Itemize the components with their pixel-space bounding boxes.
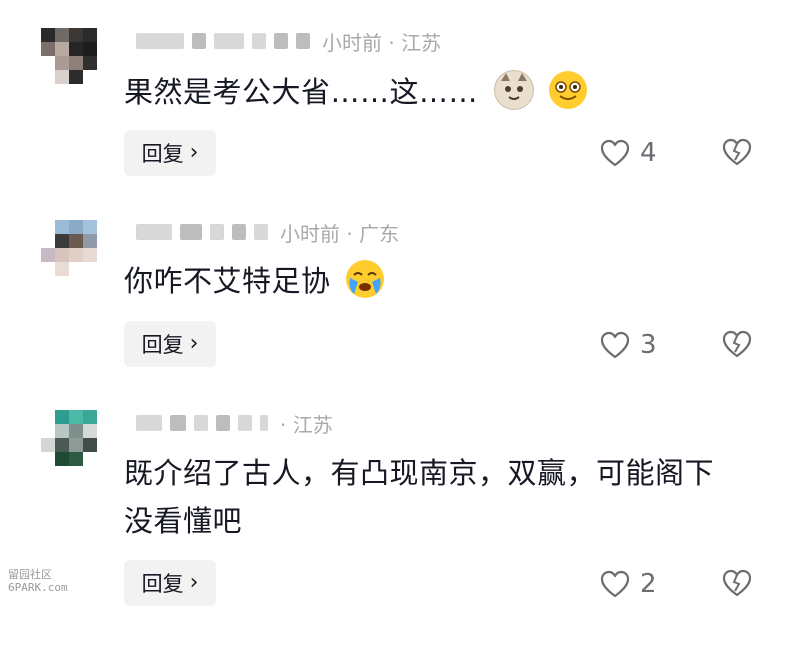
timestamp-location: 小时前 · 广东 xyxy=(280,221,400,246)
dislike-button[interactable] xyxy=(722,138,752,170)
chevron-right-icon: › xyxy=(189,570,199,595)
heart-outline-icon xyxy=(600,570,630,598)
blurred-username[interactable] xyxy=(136,33,184,49)
dislike-button[interactable] xyxy=(722,330,752,362)
timestamp-location: · 江苏 xyxy=(280,412,333,437)
crying-face-icon xyxy=(346,260,385,298)
reply-button[interactable]: 回复 › xyxy=(124,130,216,176)
like-button[interactable]: 4 xyxy=(600,138,657,168)
like-count: 4 xyxy=(640,138,657,168)
grinning-face-icon xyxy=(549,71,588,109)
chevron-right-icon: › xyxy=(189,140,199,165)
broken-heart-icon xyxy=(722,569,752,597)
dislike-button[interactable] xyxy=(722,569,752,601)
like-button[interactable]: 3 xyxy=(600,330,657,360)
comment-text: 既介绍了古人，有凸现南京，双赢，可能阁下 没看懂吧 xyxy=(124,456,715,538)
heart-outline-icon xyxy=(600,139,630,167)
avatar[interactable] xyxy=(41,220,111,276)
reply-button[interactable]: 回复 › xyxy=(124,560,216,606)
timestamp-location: 小时前 · 江苏 xyxy=(322,30,442,55)
broken-heart-icon xyxy=(722,138,752,166)
chevron-right-icon: › xyxy=(189,331,199,356)
comment-meta: 小时前 · 广东 xyxy=(136,219,400,246)
broken-heart-icon xyxy=(722,330,752,358)
like-button[interactable]: 2 xyxy=(600,569,657,599)
like-count: 3 xyxy=(640,330,657,360)
comment-text: 你咋不艾特足协 xyxy=(124,259,764,303)
cat-face-icon xyxy=(493,70,534,110)
like-count: 2 xyxy=(640,569,657,599)
comment-text: 果然是考公大省……这…… xyxy=(124,70,764,114)
blurred-username[interactable] xyxy=(136,224,172,240)
reply-button[interactable]: 回复 › xyxy=(124,321,216,367)
comment-meta: · 江苏 xyxy=(136,410,333,437)
avatar[interactable] xyxy=(41,410,111,466)
site-watermark: 留园社区 6PARK.com xyxy=(8,568,68,594)
comment-meta: 小时前 · 江苏 xyxy=(136,28,442,55)
avatar[interactable] xyxy=(41,28,111,84)
heart-outline-icon xyxy=(600,331,630,359)
blurred-username[interactable] xyxy=(136,415,162,431)
